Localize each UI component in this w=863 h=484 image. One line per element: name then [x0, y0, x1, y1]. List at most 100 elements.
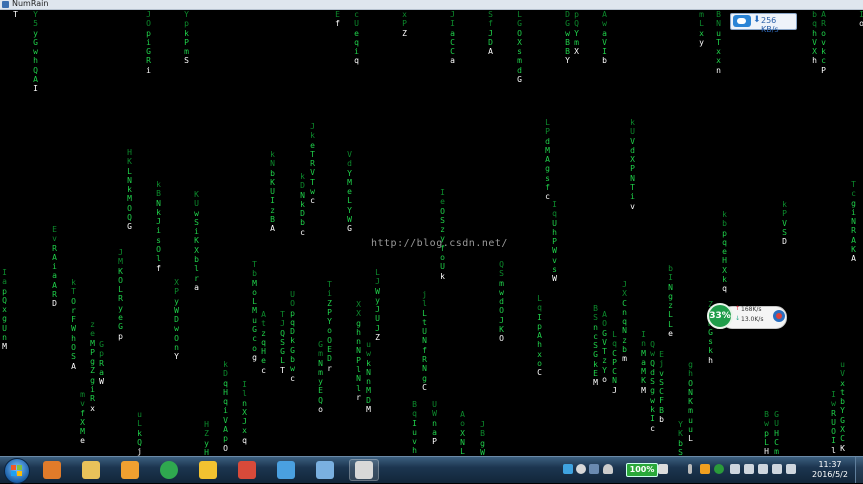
rain-char: w: [290, 364, 295, 373]
rain-char: N: [851, 217, 856, 226]
rain-char: n: [242, 399, 247, 408]
rain-char: U: [630, 127, 635, 136]
rain-char: f: [488, 19, 493, 28]
rain-char: C: [422, 383, 427, 392]
rain-char: c: [821, 56, 826, 65]
rain-char: C: [659, 387, 664, 396]
action-center-icon[interactable]: [744, 464, 754, 474]
rain-char: L: [668, 320, 673, 329]
taskbar-app-explorer-button[interactable]: [76, 459, 106, 481]
volume-icon[interactable]: [772, 464, 782, 474]
rain-char: J: [499, 316, 504, 325]
speed-ball-widget[interactable]: 33% ↑ 168K/s ↓ 13.0K/s: [707, 303, 787, 329]
rain-char: U: [290, 290, 295, 299]
rain-char: j: [659, 359, 664, 368]
rain-char: V: [840, 369, 845, 378]
app-people-icon: [43, 461, 61, 479]
windows-start-icon[interactable]: [4, 458, 30, 484]
rain-char: Y: [33, 10, 38, 19]
power-icon[interactable]: [658, 464, 668, 474]
network-icon[interactable]: [589, 464, 599, 474]
taskbar-app-media-button[interactable]: [115, 459, 145, 481]
rain-char: k: [300, 200, 305, 209]
rain-column: BSncSGkEM: [591, 304, 600, 388]
rain-char: y: [174, 297, 179, 306]
taskbar-app-draw-button[interactable]: [271, 459, 301, 481]
rain-char: i: [156, 226, 161, 235]
show-desktop-button[interactable]: [855, 457, 863, 483]
rain-char: R: [52, 244, 57, 253]
rain-char: N: [688, 388, 693, 397]
rain-char: z: [602, 356, 607, 365]
matrix-rain-area: TY5yGwhQAIJOpiGRiYpkPmSEfcUeqiqxPZJIaCCa…: [0, 10, 863, 456]
rain-char: x: [90, 404, 95, 413]
rain-char: b: [840, 397, 845, 406]
rain-char: z: [261, 329, 266, 338]
taskbar-app-chrome-button[interactable]: [154, 459, 184, 481]
wifi-icon[interactable]: [603, 464, 613, 474]
flag-icon[interactable]: [730, 464, 740, 474]
rain-char: E: [318, 386, 323, 395]
rain-char: d: [517, 66, 522, 75]
rain-char: m: [774, 447, 779, 456]
rain-column: AoXNLJ: [458, 410, 467, 456]
taskbar-app-people-button[interactable]: [37, 459, 67, 481]
rain-char: N: [612, 376, 617, 385]
upload-arrow-icon: ↑: [735, 305, 740, 312]
rain-column: LqIpAhxoC: [535, 294, 544, 378]
rain-char: w: [565, 29, 570, 38]
network-speed-widget[interactable]: ⬇ 256 KB/s: [730, 13, 797, 30]
rain-char: Z: [90, 366, 95, 375]
rain-char: C: [840, 434, 845, 443]
tray-expand-icon[interactable]: [688, 464, 692, 474]
rain-char: W: [552, 274, 557, 283]
rain-char: g: [668, 292, 673, 301]
rain-char: L: [764, 438, 769, 447]
rain-char: P: [432, 437, 437, 446]
rain-char: y: [33, 29, 38, 38]
memory-usage-ball[interactable]: 33%: [707, 303, 733, 329]
rain-char: X: [356, 300, 361, 309]
rain-char: f: [80, 409, 85, 418]
tray-app-icon-2[interactable]: [700, 464, 710, 474]
rain-char: n: [2, 333, 7, 342]
rain-column: TJQSGLT: [278, 310, 287, 375]
rain-char: e: [354, 29, 359, 38]
language-icon[interactable]: [786, 464, 796, 474]
rain-column: kUVdXPNTiv: [628, 118, 637, 211]
rain-column: TbMoLMuGcog: [250, 260, 259, 362]
rain-char: K: [641, 376, 646, 385]
taskbar-app-numrain-button[interactable]: [349, 459, 379, 481]
rain-char: Q: [650, 340, 655, 349]
taskbar-app-book-button[interactable]: [310, 459, 340, 481]
rain-char: h: [812, 56, 817, 65]
help-icon[interactable]: [576, 464, 586, 474]
rain-char: l: [356, 365, 361, 374]
tray-app-icon[interactable]: [563, 464, 573, 474]
rain-char: A: [821, 10, 826, 19]
rain-column: LGOXsmdG: [515, 10, 524, 84]
window-titlebar[interactable]: NumRain: [0, 0, 863, 10]
rain-char: M: [593, 378, 598, 387]
rain-column: xPZ: [400, 10, 409, 38]
rain-char: w: [33, 47, 38, 56]
rain-column: JXCnqNzbm: [620, 280, 629, 364]
rain-char: d: [347, 159, 352, 168]
display-icon[interactable]: [758, 464, 768, 474]
taskbar-app-star-button[interactable]: [193, 459, 223, 481]
rain-char: M: [641, 349, 646, 358]
rain-char: S: [499, 269, 504, 278]
rain-char: q: [412, 409, 417, 418]
rain-char: R: [422, 355, 427, 364]
taskbar-app-paint-button[interactable]: [232, 459, 262, 481]
rain-char: q: [242, 436, 247, 445]
rain-char: K: [270, 178, 275, 187]
rain-char: B: [659, 406, 664, 415]
accelerator-logo-icon[interactable]: [773, 310, 785, 322]
system-clock[interactable]: 11:37 2016/5/2: [808, 460, 852, 480]
rain-char: G: [127, 222, 132, 231]
rain-char: h: [688, 369, 693, 378]
app-book-icon: [316, 461, 334, 479]
security-icon[interactable]: [714, 464, 724, 474]
battery-indicator[interactable]: 100%: [626, 463, 658, 477]
